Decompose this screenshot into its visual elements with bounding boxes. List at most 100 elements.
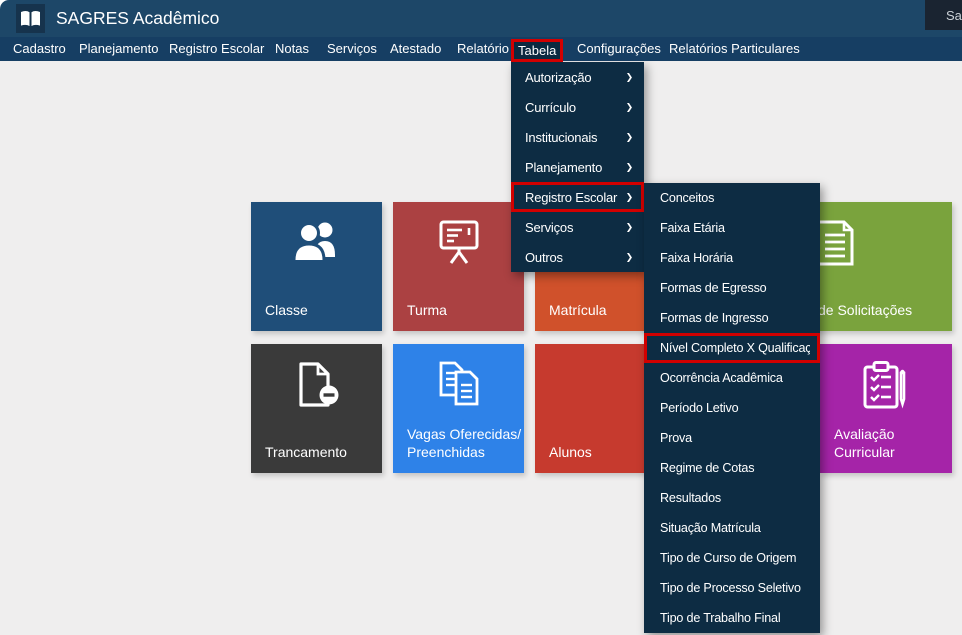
submenu-item-label: Período Letivo <box>660 401 810 415</box>
menubar-item-label: Registro Escolar <box>169 41 264 56</box>
chevron-right-icon: ❯ <box>626 162 633 173</box>
menubar-item-label: Atestado <box>390 41 441 56</box>
people-icon <box>292 219 342 263</box>
menubar-item-label: Serviços <box>327 41 377 56</box>
tile-vagas[interactable]: Vagas Oferecidas/ Preenchidas <box>393 344 524 473</box>
tile-trancamento[interactable]: Trancamento <box>251 344 382 473</box>
submenu-item-label: Resultados <box>660 491 810 505</box>
clipboard-pen-icon <box>860 361 912 409</box>
submenu-item[interactable]: Conceitos <box>644 183 820 213</box>
submenu-item-label: Situação Matrícula <box>660 521 810 535</box>
app-window: SAGRES Acadêmico Sa Cadastro Planejament… <box>0 0 962 635</box>
tile-label: Curricular <box>834 443 895 461</box>
submenu-item-label: Formas de Egresso <box>660 281 810 295</box>
tile-classe[interactable]: Classe <box>251 202 382 331</box>
top-right-button[interactable]: Sa <box>925 0 962 30</box>
tile-label: Avaliação <box>834 425 894 443</box>
menubar-item-label: Relatório <box>457 41 509 56</box>
submenu-item-label: Faixa Horária <box>660 251 810 265</box>
submenu-item-label: Formas de Ingresso <box>660 311 810 325</box>
menubar-item[interactable]: Relatório <box>454 37 512 61</box>
app-logo <box>16 4 45 33</box>
chevron-right-icon: ❯ <box>626 102 633 113</box>
menubar-item[interactable]: Relatórios Particulares <box>666 37 803 61</box>
chevron-right-icon: ❯ <box>626 132 633 143</box>
dropdown-menu-item-label: Autorização <box>525 70 622 85</box>
dropdown-menu-item-label: Currículo <box>525 100 622 115</box>
menubar-item[interactable]: Atestado <box>387 37 444 61</box>
menubar-item[interactable]: Tabela <box>511 39 563 62</box>
open-book-icon <box>20 10 41 28</box>
submenu-item[interactable]: Faixa Horária <box>644 243 820 273</box>
title-bar: SAGRES Acadêmico <box>0 0 962 37</box>
menubar-item[interactable]: Registro Escolar <box>166 37 267 61</box>
submenu-item[interactable]: Tipo de Trabalho Final <box>644 603 820 633</box>
app-surface: SAGRES Acadêmico Sa Cadastro Planejament… <box>0 0 962 635</box>
dropdown-menu-item[interactable]: Institucionais ❯ <box>511 122 644 152</box>
tabela-dropdown-menu: Autorização ❯ Currículo ❯ Institucionais… <box>511 62 644 272</box>
submenu-item[interactable]: Prova <box>644 423 820 453</box>
menubar-item-label: Configurações <box>577 41 661 56</box>
submenu-item-label: Prova <box>660 431 810 445</box>
tile-turma[interactable]: Turma <box>393 202 524 331</box>
submenu-item-label: Tipo de Trabalho Final <box>660 611 810 625</box>
chevron-right-icon: ❯ <box>626 252 633 263</box>
dropdown-menu-item-label: Registro Escolar <box>525 190 622 205</box>
dropdown-menu-item[interactable]: Currículo ❯ <box>511 92 644 122</box>
menubar-item-label: Cadastro <box>13 41 66 56</box>
menubar-item[interactable]: Cadastro <box>10 37 69 61</box>
dropdown-menu-item[interactable]: Registro Escolar ❯ <box>511 182 644 212</box>
dropdown-menu-item-label: Institucionais <box>525 130 622 145</box>
registro-escolar-submenu: Conceitos Faixa Etária Faixa Horária For… <box>644 183 820 633</box>
submenu-item[interactable]: Faixa Etária <box>644 213 820 243</box>
submenu-item-label: Tipo de Processo Seletivo <box>660 581 810 595</box>
tile-avaliacao[interactable]: Avaliação Curricular <box>820 344 952 473</box>
submenu-item[interactable]: Situação Matrícula <box>644 513 820 543</box>
dropdown-menu-item[interactable]: Serviços ❯ <box>511 212 644 242</box>
dropdown-menu-item-label: Serviços <box>525 220 622 235</box>
submenu-item[interactable]: Período Letivo <box>644 393 820 423</box>
menubar-item[interactable]: Notas <box>272 37 312 61</box>
tile-label: Trancamento <box>265 443 347 461</box>
menubar-item[interactable]: Planejamento <box>76 37 162 61</box>
menubar-item[interactable]: Serviços <box>324 37 380 61</box>
menubar-item-label: Relatórios Particulares <box>669 41 800 56</box>
submenu-item-label: Conceitos <box>660 191 810 205</box>
tile-label: Vagas Oferecidas/ <box>407 425 521 443</box>
chevron-right-icon: ❯ <box>626 222 633 233</box>
submenu-item[interactable]: Regime de Cotas <box>644 453 820 483</box>
dropdown-menu-item[interactable]: Planejamento ❯ <box>511 152 644 182</box>
submenu-item[interactable]: Resultados <box>644 483 820 513</box>
submenu-item[interactable]: Tipo de Processo Seletivo <box>644 573 820 603</box>
submenu-item[interactable]: Formas de Egresso <box>644 273 820 303</box>
tile-label: Preenchidas <box>407 443 485 461</box>
dropdown-menu-item-label: Outros <box>525 250 622 265</box>
submenu-item[interactable]: Formas de Ingresso <box>644 303 820 333</box>
dropdown-menu-item-label: Planejamento <box>525 160 622 175</box>
submenu-item-label: Nível Completo X Qualificação <box>660 341 810 355</box>
tile-label: Matrícula <box>549 301 607 319</box>
menubar-item[interactable]: Configurações <box>574 37 664 61</box>
tile-label: Alunos <box>549 443 592 461</box>
tile-label: de Solicitações <box>818 301 912 319</box>
documents-icon <box>433 361 485 407</box>
tile-label: Classe <box>265 301 308 319</box>
dropdown-menu-item[interactable]: Outros ❯ <box>511 242 644 272</box>
page-title: SAGRES Acadêmico <box>56 0 219 37</box>
submenu-item-label: Faixa Etária <box>660 221 810 235</box>
chevron-right-icon: ❯ <box>626 192 633 203</box>
dropdown-menu-item[interactable]: Autorização ❯ <box>511 62 644 92</box>
submenu-item[interactable]: Ocorrência Acadêmica <box>644 363 820 393</box>
menubar-item-label: Tabela <box>518 43 556 58</box>
submenu-item-label: Ocorrência Acadêmica <box>660 371 810 385</box>
menubar-item-label: Planejamento <box>79 41 159 56</box>
submenu-item[interactable]: Tipo de Curso de Origem <box>644 543 820 573</box>
document-minus-icon <box>291 361 343 409</box>
tile-label: Turma <box>407 301 447 319</box>
submenu-item-label: Regime de Cotas <box>660 461 810 475</box>
chevron-right-icon: ❯ <box>626 72 633 83</box>
submenu-item[interactable]: Nível Completo X Qualificação <box>644 333 820 363</box>
main-menubar: Cadastro Planejamento Registro Escolar N… <box>0 37 962 61</box>
presentation-board-icon <box>434 219 484 266</box>
menubar-item-label: Notas <box>275 41 309 56</box>
